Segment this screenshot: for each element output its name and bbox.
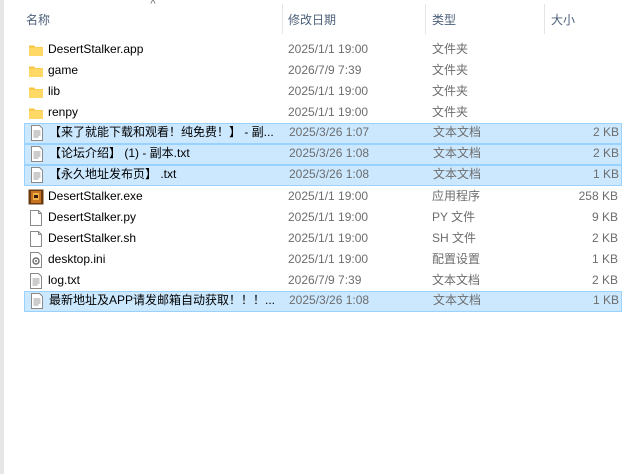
file-type: 文件夹 — [432, 105, 469, 119]
file-type: 应用程序 — [432, 189, 481, 203]
column-divider[interactable] — [282, 4, 283, 34]
folder-icon — [28, 105, 44, 121]
file-name: 【论坛介绍】 (1) - 副本.txt — [49, 146, 190, 160]
file-size: 258 KB — [578, 189, 618, 203]
text-file-icon — [29, 293, 45, 309]
column-header-date[interactable]: 修改日期 — [288, 0, 423, 37]
file-row[interactable]: 最新地址及APP请发邮箱自动获取！！！... 2025/3/26 1:08 文本文档… — [24, 291, 622, 312]
column-header-bar: ^ 名称 修改日期 类型 大小 — [6, 0, 624, 37]
file-size — [542, 102, 618, 123]
file-type: 文件夹 — [432, 42, 469, 56]
file-type: SH 文件 — [432, 231, 477, 245]
folder-icon — [28, 42, 44, 58]
file-type: 文本文档 — [433, 167, 482, 181]
file-row[interactable]: 【永久地址发布页】 .txt 2025/3/26 1:08 文本文档 1 KB — [24, 165, 622, 186]
file-row[interactable]: lib 2025/1/1 19:00 文件夹 — [24, 81, 622, 102]
file-size: 9 KB — [591, 210, 618, 224]
file-size — [542, 81, 618, 102]
file-type: 文件夹 — [432, 84, 469, 98]
file-type: 文本文档 — [433, 293, 482, 307]
file-name: log.txt — [48, 273, 81, 287]
file-name: DesertStalker.sh — [48, 231, 137, 245]
blank-file-icon — [28, 231, 44, 247]
file-modified-date: 2025/1/1 19:00 — [288, 231, 369, 245]
file-row[interactable]: desktop.ini 2025/1/1 19:00 配置设置 1 KB — [24, 249, 622, 270]
file-modified-date: 2025/1/1 19:00 — [288, 105, 369, 119]
file-row[interactable]: DesertStalker.sh 2025/1/1 19:00 SH 文件 2 KB — [24, 228, 622, 249]
file-row[interactable]: 【来了就能下载和观看！纯免费！】 - 副... 2025/3/26 1:07 文本文… — [24, 123, 622, 144]
column-header-size[interactable]: 大小 — [551, 0, 621, 37]
file-type: 文本文档 — [433, 146, 482, 160]
column-divider[interactable] — [425, 4, 426, 34]
file-type: 文本文档 — [432, 273, 481, 287]
file-size: 1 KB — [592, 167, 619, 181]
file-row[interactable]: log.txt 2026/7/9 7:39 文本文档 2 KB — [24, 270, 622, 291]
column-header-name[interactable]: 名称 — [26, 0, 281, 37]
file-name: DesertStalker.app — [48, 42, 144, 56]
file-size — [542, 60, 618, 81]
blank-file-icon — [28, 210, 44, 226]
file-modified-date: 2025/1/1 19:00 — [288, 189, 369, 203]
file-name: lib — [48, 84, 61, 98]
file-size: 2 KB — [591, 273, 618, 287]
file-type: 文本文档 — [433, 125, 482, 139]
file-modified-date: 2026/7/9 7:39 — [288, 273, 362, 287]
file-size: 2 KB — [591, 231, 618, 245]
file-modified-date: 2026/7/9 7:39 — [288, 63, 362, 77]
file-row[interactable]: 【论坛介绍】 (1) - 副本.txt 2025/3/26 1:08 文本文档 2 K… — [24, 144, 622, 165]
file-name: desktop.ini — [48, 252, 106, 266]
text-file-icon — [29, 146, 45, 162]
file-size — [542, 39, 618, 60]
navigation-pane-edge — [0, 0, 4, 474]
file-modified-date: 2025/1/1 19:00 — [288, 252, 369, 266]
file-row[interactable]: DesertStalker.app 2025/1/1 19:00 文件夹 — [24, 39, 622, 60]
file-name: 【永久地址发布页】 .txt — [49, 167, 177, 181]
folder-icon — [28, 63, 44, 79]
file-modified-date: 2025/1/1 19:00 — [288, 84, 369, 98]
file-size: 1 KB — [591, 252, 618, 266]
file-row[interactable]: game 2026/7/9 7:39 文件夹 — [24, 60, 622, 81]
file-name: DesertStalker.py — [48, 210, 137, 224]
file-row[interactable]: DesertStalker.exe 2025/1/1 19:00 应用程序 258 K… — [24, 186, 622, 207]
file-type: 文件夹 — [432, 63, 469, 77]
file-type: 配置设置 — [432, 252, 481, 266]
file-row[interactable]: DesertStalker.py 2025/1/1 19:00 PY 文件 9 KB — [24, 207, 622, 228]
file-name: game — [48, 63, 79, 77]
column-header-type[interactable]: 类型 — [432, 0, 542, 37]
file-name: DesertStalker.exe — [48, 189, 143, 203]
file-name: 【来了就能下载和观看！纯免费！】 - 副... — [49, 125, 274, 139]
file-row[interactable]: renpy 2025/1/1 19:00 文件夹 — [24, 102, 622, 123]
file-modified-date: 2025/1/1 19:00 — [288, 210, 369, 224]
file-size: 2 KB — [592, 146, 619, 160]
text-file-icon — [28, 273, 44, 289]
column-divider[interactable] — [544, 4, 545, 34]
file-size: 1 KB — [592, 293, 619, 307]
file-modified-date: 2025/3/26 1:07 — [289, 125, 370, 139]
file-name: 最新地址及APP请发邮箱自动获取！！！... — [49, 293, 276, 307]
settings-file-icon — [28, 252, 44, 268]
file-modified-date: 2025/3/26 1:08 — [289, 293, 370, 307]
text-file-icon — [29, 125, 45, 141]
file-name: renpy — [48, 105, 79, 119]
file-type: PY 文件 — [432, 210, 476, 224]
file-modified-date: 2025/3/26 1:08 — [289, 146, 370, 160]
text-file-icon — [29, 167, 45, 183]
file-modified-date: 2025/3/26 1:08 — [289, 167, 370, 181]
file-explorer-window: ^ 名称 修改日期 类型 大小 DesertStalker.app 2025/1/… — [0, 0, 624, 474]
application-icon — [28, 189, 44, 205]
folder-icon — [28, 84, 44, 100]
file-modified-date: 2025/1/1 19:00 — [288, 42, 369, 56]
file-size: 2 KB — [592, 125, 619, 139]
